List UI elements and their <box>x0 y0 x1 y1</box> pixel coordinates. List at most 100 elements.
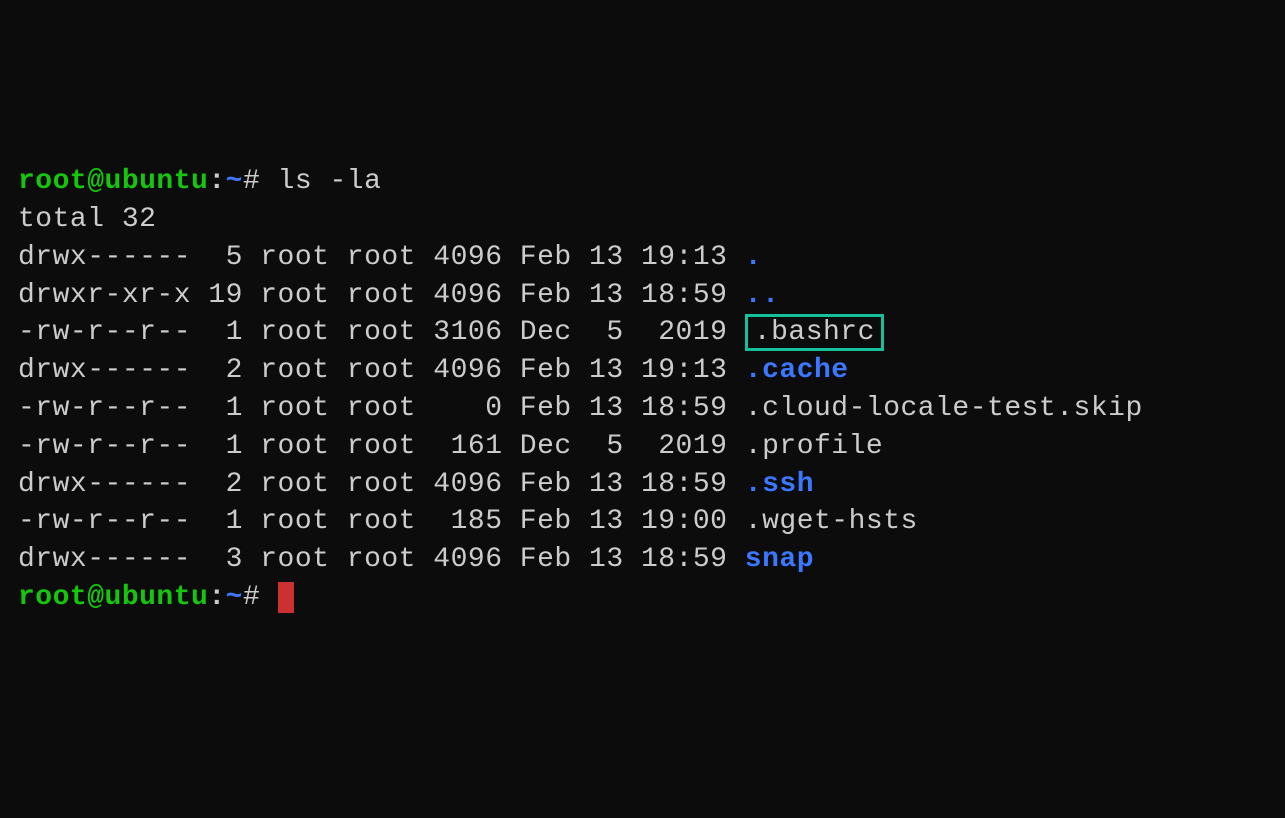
directory-name: snap <box>745 544 814 575</box>
month: Feb <box>503 393 572 424</box>
listing-row: drwxr-xr-x 19 root root 4096 Feb 13 18:5… <box>18 277 1267 315</box>
time: 2019 <box>624 317 728 348</box>
time: 18:59 <box>624 469 728 500</box>
permissions: -rw-r--r-- <box>18 506 191 537</box>
total-text: total 32 <box>18 204 156 235</box>
time: 18:59 <box>624 393 728 424</box>
listing-row: drwx------ 5 root root 4096 Feb 13 19:13… <box>18 239 1267 277</box>
owner: root <box>243 242 330 273</box>
prompt-line: root@ubuntu:~# ls -la <box>18 163 1267 201</box>
prompt-colon: : <box>208 166 225 197</box>
owner: root <box>243 544 330 575</box>
link-count: 5 <box>191 242 243 273</box>
listing-row: -rw-r--r-- 1 root root 0 Feb 13 18:59 .c… <box>18 390 1267 428</box>
size: 4096 <box>416 355 503 386</box>
prompt-user-host: root@ubuntu <box>18 582 208 613</box>
directory-name: .cache <box>745 355 849 386</box>
day: 5 <box>572 431 624 462</box>
group: root <box>329 544 416 575</box>
size: 3106 <box>416 317 503 348</box>
total-line: total 32 <box>18 201 1267 239</box>
command-text: ls -la <box>278 166 382 197</box>
month: Dec <box>503 317 572 348</box>
listing-row: drwx------ 2 root root 4096 Feb 13 18:59… <box>18 466 1267 504</box>
file-name: .wget-hsts <box>745 506 918 537</box>
size: 4096 <box>416 242 503 273</box>
day: 13 <box>572 393 624 424</box>
file-name: .cloud-locale-test.skip <box>745 393 1143 424</box>
link-count: 1 <box>191 393 243 424</box>
permissions: -rw-r--r-- <box>18 393 191 424</box>
link-count: 2 <box>191 355 243 386</box>
permissions: -rw-r--r-- <box>18 317 191 348</box>
owner: root <box>243 506 330 537</box>
listing-row: -rw-r--r-- 1 root root 3106 Dec 5 2019 .… <box>18 314 1267 352</box>
day: 13 <box>572 469 624 500</box>
owner: root <box>243 431 330 462</box>
listing-row: -rw-r--r-- 1 root root 185 Feb 13 19:00 … <box>18 503 1267 541</box>
day: 5 <box>572 317 624 348</box>
owner: root <box>243 355 330 386</box>
size: 161 <box>416 431 503 462</box>
file-name: .profile <box>745 431 883 462</box>
directory-name: . <box>745 242 762 273</box>
time: 19:13 <box>624 242 728 273</box>
directory-name: .. <box>745 280 780 311</box>
owner: root <box>243 280 330 311</box>
link-count: 2 <box>191 469 243 500</box>
month: Feb <box>503 242 572 273</box>
terminal-output[interactable]: root@ubuntu:~# ls -latotal 32drwx------ … <box>18 163 1267 617</box>
link-count: 3 <box>191 544 243 575</box>
prompt-symbol: # <box>243 166 278 197</box>
link-count: 1 <box>191 317 243 348</box>
group: root <box>329 393 416 424</box>
month: Feb <box>503 280 572 311</box>
listing-row: -rw-r--r-- 1 root root 161 Dec 5 2019 .p… <box>18 428 1267 466</box>
owner: root <box>243 317 330 348</box>
time: 18:59 <box>624 280 728 311</box>
day: 13 <box>572 544 624 575</box>
link-count: 19 <box>191 280 243 311</box>
permissions: drwx------ <box>18 544 191 575</box>
permissions: drwx------ <box>18 242 191 273</box>
owner: root <box>243 393 330 424</box>
day: 13 <box>572 506 624 537</box>
cursor-icon <box>278 582 295 613</box>
permissions: -rw-r--r-- <box>18 431 191 462</box>
listing-row: drwx------ 3 root root 4096 Feb 13 18:59… <box>18 541 1267 579</box>
prompt-line-idle[interactable]: root@ubuntu:~# <box>18 579 1267 617</box>
group: root <box>329 317 416 348</box>
prompt-colon: : <box>208 582 225 613</box>
listing-row: drwx------ 2 root root 4096 Feb 13 19:13… <box>18 352 1267 390</box>
group: root <box>329 242 416 273</box>
month: Dec <box>503 431 572 462</box>
size: 4096 <box>416 469 503 500</box>
prompt-path: ~ <box>226 582 243 613</box>
size: 4096 <box>416 544 503 575</box>
group: root <box>329 431 416 462</box>
group: root <box>329 506 416 537</box>
time: 18:59 <box>624 544 728 575</box>
size: 0 <box>416 393 503 424</box>
group: root <box>329 355 416 386</box>
directory-name: .ssh <box>745 469 814 500</box>
permissions: drwx------ <box>18 355 191 386</box>
highlighted-file-name: .bashrc <box>745 314 884 351</box>
group: root <box>329 280 416 311</box>
month: Feb <box>503 355 572 386</box>
size: 4096 <box>416 280 503 311</box>
month: Feb <box>503 544 572 575</box>
day: 13 <box>572 280 624 311</box>
time: 2019 <box>624 431 728 462</box>
owner: root <box>243 469 330 500</box>
link-count: 1 <box>191 431 243 462</box>
link-count: 1 <box>191 506 243 537</box>
day: 13 <box>572 355 624 386</box>
permissions: drwxr-xr-x <box>18 280 191 311</box>
size: 185 <box>416 506 503 537</box>
month: Feb <box>503 469 572 500</box>
permissions: drwx------ <box>18 469 191 500</box>
prompt-path: ~ <box>226 166 243 197</box>
day: 13 <box>572 242 624 273</box>
time: 19:00 <box>624 506 728 537</box>
